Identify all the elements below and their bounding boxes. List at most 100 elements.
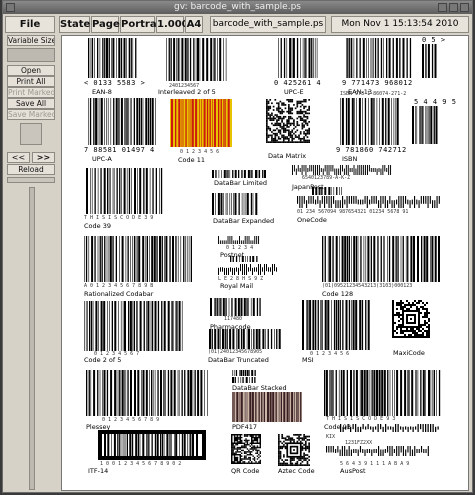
- msi-text: 0 1 2 3 4 5 6: [310, 351, 350, 357]
- media-button[interactable]: A4: [185, 16, 203, 33]
- databar-limited-bars: [212, 170, 266, 178]
- ean13-text: 9 771473 968012: [342, 79, 413, 87]
- pharmacode-bars: [210, 298, 261, 316]
- isbn-top-text: ISBN 978-1-86074-271-2: [340, 91, 407, 97]
- plessey-bars: [86, 370, 208, 416]
- upce-bars: [278, 38, 318, 78]
- onecode-text: 01 234 567094 987654321 01234 5678 91: [297, 209, 409, 215]
- gv-window: gv: barcode_with_sample.ps File State Pa…: [2, 0, 473, 493]
- page-list-box[interactable]: [7, 48, 55, 62]
- code39-bars: [86, 168, 163, 214]
- kix-bars: [326, 446, 429, 456]
- pharmacode-text: 117480: [224, 316, 243, 322]
- isbn-text: 9 781860 742712: [336, 146, 407, 154]
- aztec-label: Aztec Code: [278, 467, 315, 475]
- maxicode-label: MaxiCode: [393, 349, 425, 357]
- plessey-label: Plessey: [86, 423, 111, 431]
- rationalized-label: Rationalized Codabar: [84, 290, 154, 298]
- itf14-label: ITF-14: [88, 467, 109, 475]
- databar-expanded-bars: [212, 193, 258, 215]
- file-menu-button[interactable]: File: [5, 16, 55, 33]
- code2of5-bars: [84, 301, 183, 351]
- i2of5-bars: [166, 38, 227, 81]
- document-viewport[interactable]: < 0133 5583 > EAN-8 2401234567 Interleav…: [61, 35, 469, 491]
- toolbar: File State Page Portrait 1.000 A4 barcod…: [5, 15, 470, 34]
- orientation-button[interactable]: Portrait: [120, 16, 165, 33]
- left-panel: Variable Size Open Print All Print Marke…: [7, 35, 57, 490]
- ean8-label: EAN-8: [92, 88, 112, 96]
- isbn-addon-bars: [412, 106, 438, 144]
- zoom-button[interactable]: 1.000: [156, 16, 189, 33]
- code39-label: Code 39: [84, 222, 111, 230]
- print-all-button[interactable]: Print All: [7, 76, 55, 87]
- postnet-bars: [218, 236, 260, 244]
- databar-truncated-text: (01)24012345678905: [208, 349, 263, 355]
- japanpost-label: JapanPost: [292, 183, 324, 191]
- state-menu-button[interactable]: State: [59, 16, 90, 33]
- code93-label: Code 93: [324, 423, 351, 431]
- datamatrix-modules: [266, 99, 310, 143]
- minimize-icon[interactable]: [438, 3, 447, 12]
- i2of5-label: Interleaved 2 of 5: [158, 88, 216, 96]
- code11-text: 0 1 2 3 4 5 6: [180, 149, 220, 155]
- japanpost-bars: [292, 165, 392, 175]
- upce-text: 0 425261 4: [274, 79, 322, 87]
- page-menu-button[interactable]: Page: [91, 16, 120, 33]
- isbn-label: ISBN: [342, 155, 358, 163]
- save-marked-button[interactable]: Save Marked: [7, 109, 55, 120]
- datetime-label: Mon Nov 1 15:13:54 2010: [331, 16, 469, 33]
- kix-label: KIX: [326, 434, 336, 440]
- print-marked-button[interactable]: Print Marked: [7, 87, 55, 98]
- document-page: < 0133 5583 > EAN-8 2401234567 Interleav…: [64, 36, 468, 490]
- databar-expanded-label: DataBar Expanded: [213, 217, 275, 225]
- ean13-addon-bars: [422, 44, 437, 78]
- pharmacode-label: Pharmacode: [210, 323, 251, 331]
- upca-bars: [88, 98, 156, 145]
- code128-label: Code 128: [322, 290, 354, 298]
- window-menu-icon[interactable]: [6, 3, 15, 12]
- code2of5-label: Code 2 of 5: [84, 356, 122, 364]
- royalmail-label: Royal Mail: [220, 282, 254, 290]
- qrcode-label: QR Code: [231, 467, 260, 475]
- window-title: gv: barcode_with_sample.ps: [174, 2, 301, 12]
- onecode-bars: [297, 196, 440, 208]
- upca-text: 7 88581 01497 4: [84, 146, 155, 154]
- msi-bars: [302, 300, 370, 350]
- auspost-bars: [340, 424, 439, 432]
- page-list-scrollbar[interactable]: [29, 187, 35, 490]
- upce-label: UPC-E: [284, 88, 304, 96]
- variable-size-button[interactable]: Variable Size: [7, 35, 55, 46]
- databar-truncated-bars: [209, 329, 281, 349]
- separator: [7, 177, 55, 183]
- open-button[interactable]: Open: [7, 65, 55, 76]
- save-all-button[interactable]: Save All: [7, 98, 55, 109]
- maximize-icon[interactable]: [449, 3, 458, 12]
- code128-text: (01)09521234543213(3103)000123: [322, 283, 413, 289]
- filename-label: barcode_with_sample.ps: [210, 16, 326, 33]
- auspost-label: AusPost: [340, 467, 366, 475]
- onecode-label: OneCode: [297, 216, 327, 224]
- maxicode-hex-bullseye: [402, 310, 420, 328]
- pan-box[interactable]: [20, 123, 42, 145]
- code39-text: T H I S I S C O D E 3 9: [84, 215, 154, 221]
- datamatrix-label: Data Matrix: [268, 152, 307, 160]
- databar-stacked-top: [232, 370, 256, 376]
- kix-text: 1231FZ2XX: [345, 440, 373, 446]
- ean8-bars: [88, 38, 137, 78]
- rationalized-bars: [84, 236, 192, 282]
- reload-button[interactable]: Reload: [7, 164, 55, 175]
- isbn-addon: 5 4 4 9 5: [414, 98, 457, 106]
- databar-stacked-label: DataBar Stacked: [232, 384, 287, 392]
- databar-truncated-label: DataBar Truncated: [208, 356, 269, 364]
- next-page-button[interactable]: >>: [32, 152, 55, 163]
- isbn-bars: [340, 98, 399, 145]
- rationalized-text: A 0 1 2 3 4 5 6 7 8 9 B: [84, 283, 154, 289]
- plessey-text: 0 1 2 3 4 5 6 7 8 9: [102, 417, 160, 423]
- ean13-bars: [346, 38, 412, 78]
- databar-limited-label: DataBar Limited: [214, 179, 267, 187]
- itf14-text: 1 0 0 1 2 3 4 5 6 7 8 9 0 2: [100, 461, 182, 467]
- msi-label: MSI: [302, 356, 314, 364]
- close-icon[interactable]: [460, 3, 469, 12]
- ean13-addon: 0 5 >: [422, 36, 446, 44]
- prev-page-button[interactable]: <<: [7, 152, 30, 163]
